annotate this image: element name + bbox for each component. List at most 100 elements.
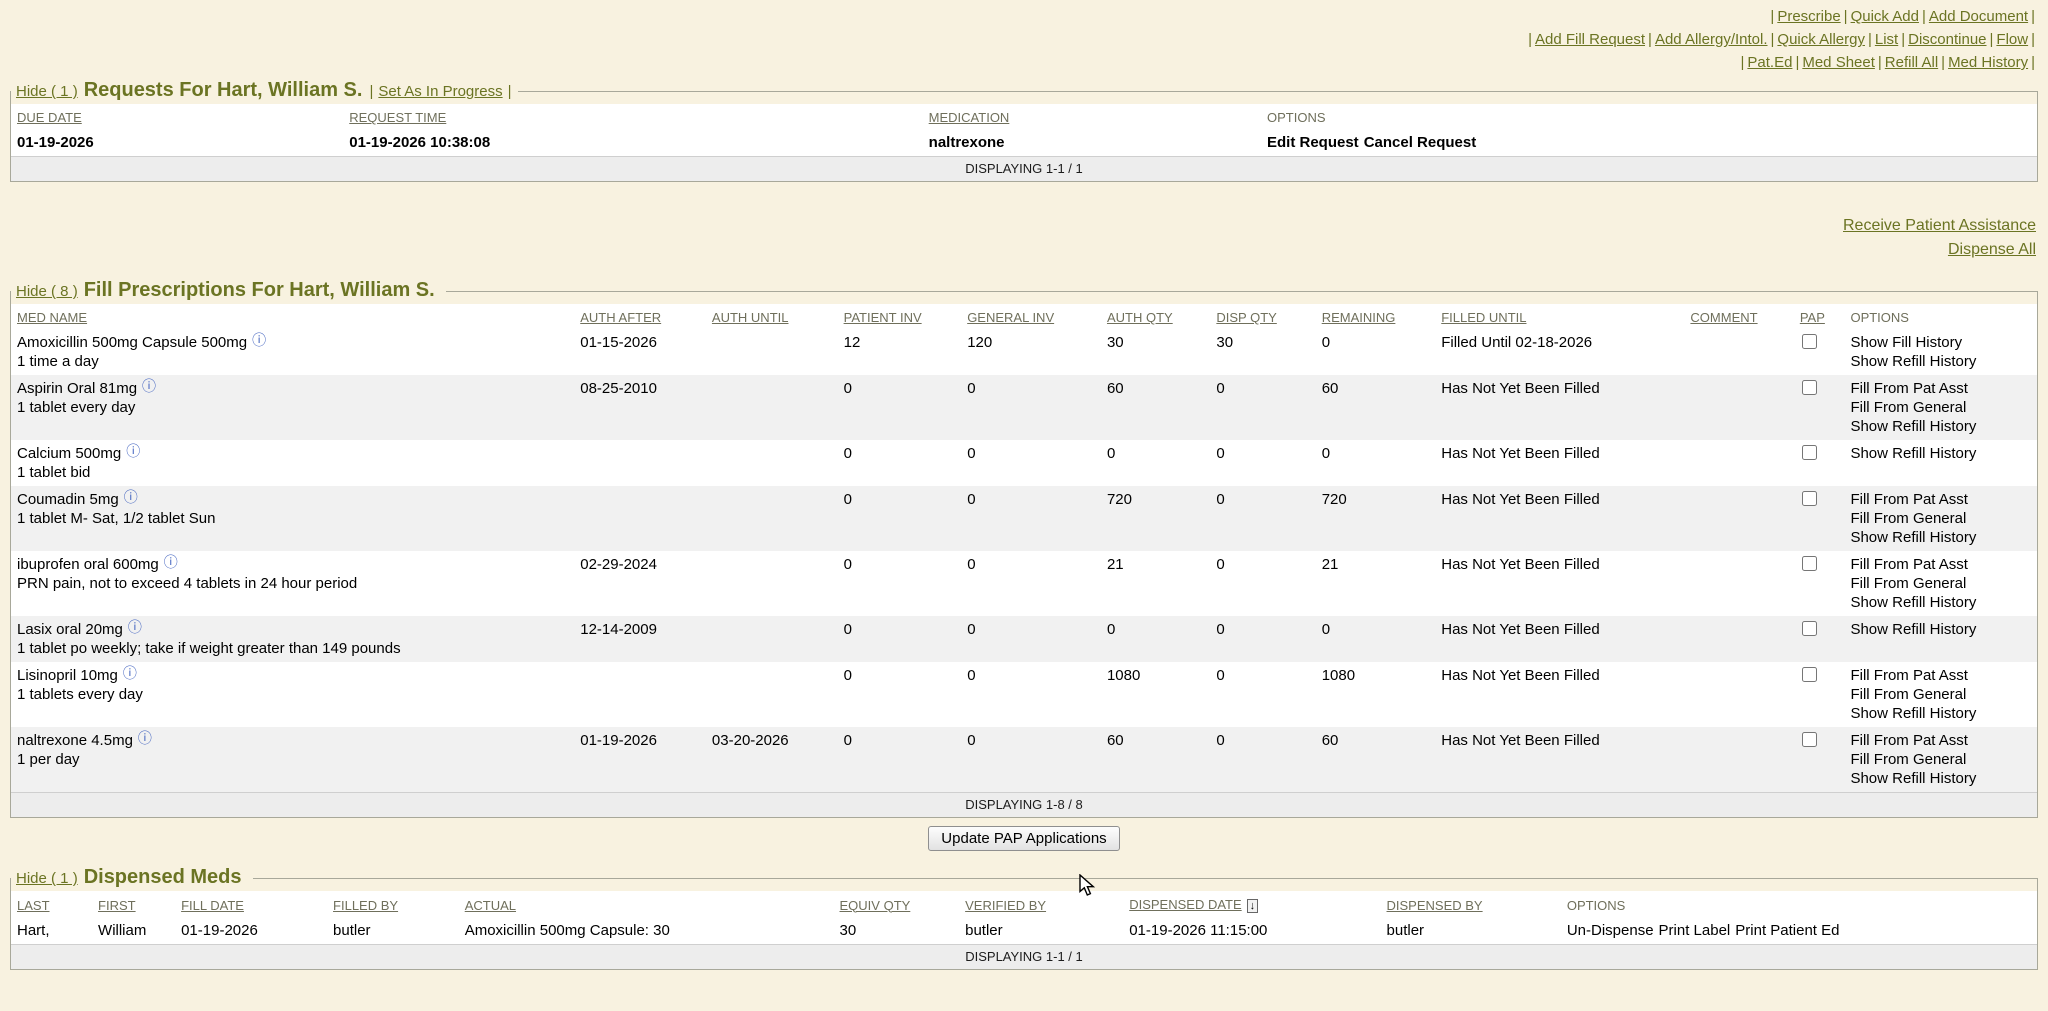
requests-table: DUE DATE REQUEST TIME MEDICATION OPTIONS… <box>11 104 2037 181</box>
nav-link-add-document[interactable]: Add Document <box>1929 8 2028 25</box>
nav-link-add-fill-request[interactable]: Add Fill Request <box>1535 31 1645 48</box>
option-link[interactable]: Fill From General <box>1850 574 2031 593</box>
option-link[interactable]: Show Refill History <box>1850 444 2031 463</box>
col-equiv-qty[interactable]: EQUIV QTY <box>834 891 960 917</box>
col-filled-until[interactable]: FILLED UNTIL <box>1435 304 1684 329</box>
pap-cell <box>1794 727 1845 793</box>
pap-checkbox[interactable] <box>1802 732 1817 747</box>
option-link[interactable]: Show Refill History <box>1850 417 2031 436</box>
pap-checkbox[interactable] <box>1802 445 1817 460</box>
nav-link-add-allergy-intol[interactable]: Add Allergy/Intol. <box>1655 31 1768 48</box>
info-icon[interactable]: ⓘ <box>164 554 178 570</box>
option-link[interactable]: Fill From General <box>1850 509 2031 528</box>
update-pap-applications-button[interactable]: Update PAP Applications <box>928 826 1119 851</box>
option-link[interactable]: Fill From General <box>1850 750 2031 769</box>
option-link[interactable]: Fill From General <box>1850 685 2031 704</box>
col-dispensed-by[interactable]: DISPENSED BY <box>1381 891 1561 917</box>
print-patient-ed-link[interactable]: Print Patient Ed <box>1735 922 1839 939</box>
fill-row: Lasix oral 20mgⓘ 1 tablet po weekly; tak… <box>11 616 2037 662</box>
pap-checkbox[interactable] <box>1802 334 1817 349</box>
col-due-date[interactable]: DUE DATE <box>11 104 343 129</box>
col-last[interactable]: LAST <box>11 891 92 917</box>
option-link[interactable]: Fill From Pat Asst <box>1850 379 2031 398</box>
pap-checkbox[interactable] <box>1802 380 1817 395</box>
dispensed-header-row: LAST FIRST FILL DATE FILLED BY ACTUAL EQ… <box>11 891 2037 917</box>
info-icon[interactable]: ⓘ <box>123 665 137 681</box>
col-actual[interactable]: ACTUAL <box>459 891 834 917</box>
nav-link-list[interactable]: List <box>1875 31 1898 48</box>
option-link[interactable]: Fill From Pat Asst <box>1850 555 2031 574</box>
col-auth-qty[interactable]: AUTH QTY <box>1101 304 1210 329</box>
separator: | <box>1901 31 1905 48</box>
dispense-all-link[interactable]: Dispense All <box>1948 241 2036 258</box>
col-request-time[interactable]: REQUEST TIME <box>343 104 922 129</box>
option-link[interactable]: Show Refill History <box>1850 769 2031 788</box>
disp-qty-cell: 30 <box>1210 329 1315 375</box>
info-icon[interactable]: ⓘ <box>252 332 266 348</box>
nav-link-med-sheet[interactable]: Med Sheet <box>1802 54 1875 71</box>
nav-link-med-history[interactable]: Med History <box>1948 54 2028 71</box>
pap-checkbox[interactable] <box>1802 667 1817 682</box>
option-link[interactable]: Fill From Pat Asst <box>1850 666 2031 685</box>
pap-checkbox[interactable] <box>1802 491 1817 506</box>
option-link[interactable]: Show Refill History <box>1850 352 2031 371</box>
filled-until-cell: Has Not Yet Been Filled <box>1435 440 1684 486</box>
option-link[interactable]: Show Refill History <box>1850 528 2031 547</box>
col-medication[interactable]: MEDICATION <box>923 104 1261 129</box>
print-label-link[interactable]: Print Label <box>1659 922 1731 939</box>
col-comment[interactable]: COMMENT <box>1684 304 1793 329</box>
due-date-cell: 01-19-2026 <box>11 129 343 157</box>
med-directions: 1 time a day <box>17 352 568 371</box>
option-link[interactable]: Fill From Pat Asst <box>1850 731 2031 750</box>
nav-link-prescribe[interactable]: Prescribe <box>1777 8 1840 25</box>
set-as-in-progress-link[interactable]: Set As In Progress <box>378 83 502 100</box>
nav-link-discontinue[interactable]: Discontinue <box>1908 31 1986 48</box>
option-link[interactable]: Show Refill History <box>1850 593 2031 612</box>
dispensed-hide-link[interactable]: Hide ( 1 ) <box>16 870 78 887</box>
info-icon[interactable]: ⓘ <box>126 443 140 459</box>
col-med-name[interactable]: MED NAME <box>11 304 574 329</box>
col-auth-until[interactable]: AUTH UNTIL <box>706 304 838 329</box>
sort-descending-icon[interactable]: ↓ <box>1247 899 1259 913</box>
col-fill-options: OPTIONS <box>1844 304 2037 329</box>
comment-cell <box>1684 551 1793 616</box>
nav-link-pat-ed[interactable]: Pat.Ed <box>1747 54 1792 71</box>
col-first[interactable]: FIRST <box>92 891 175 917</box>
nav-link-quick-add[interactable]: Quick Add <box>1851 8 1919 25</box>
edit-request-link[interactable]: Edit Request <box>1267 134 1359 151</box>
info-icon[interactable]: ⓘ <box>128 619 142 635</box>
col-disp-qty[interactable]: DISP QTY <box>1210 304 1315 329</box>
col-patient-inv[interactable]: PATIENT INV <box>838 304 962 329</box>
dispensed-row: Hart, William 01-19-2026 butler Amoxicil… <box>11 917 2037 945</box>
un-dispense-link[interactable]: Un-Dispense <box>1567 922 1654 939</box>
col-dispensed-date[interactable]: DISPENSED DATE↓ <box>1123 891 1380 917</box>
nav-link-quick-allergy[interactable]: Quick Allergy <box>1777 31 1865 48</box>
requests-hide-link[interactable]: Hide ( 1 ) <box>16 83 78 100</box>
info-icon[interactable]: ⓘ <box>124 489 138 505</box>
separator: | <box>2031 8 2035 25</box>
pap-checkbox[interactable] <box>1802 621 1817 636</box>
col-pap[interactable]: PAP <box>1794 304 1845 329</box>
info-icon[interactable]: ⓘ <box>138 730 152 746</box>
option-link[interactable]: Fill From Pat Asst <box>1850 490 2031 509</box>
nav-link-refill-all[interactable]: Refill All <box>1885 54 1938 71</box>
option-link[interactable]: Show Refill History <box>1850 704 2031 723</box>
info-icon[interactable]: ⓘ <box>142 378 156 394</box>
col-auth-after[interactable]: AUTH AFTER <box>574 304 706 329</box>
patient-inv-cell: 12 <box>838 329 962 375</box>
patient-inv-cell: 0 <box>838 727 962 793</box>
col-general-inv[interactable]: GENERAL INV <box>961 304 1101 329</box>
receive-patient-assistance-link[interactable]: Receive Patient Assistance <box>1843 217 2036 234</box>
fill-hide-link[interactable]: Hide ( 8 ) <box>16 283 78 300</box>
col-verified-by[interactable]: VERIFIED BY <box>959 891 1123 917</box>
option-link[interactable]: Show Fill History <box>1850 333 2031 352</box>
option-link[interactable]: Fill From General <box>1850 398 2031 417</box>
option-link[interactable]: Show Refill History <box>1850 620 2031 639</box>
cancel-request-link[interactable]: Cancel Request <box>1364 134 1477 151</box>
col-fill-date[interactable]: FILL DATE <box>175 891 327 917</box>
pap-checkbox[interactable] <box>1802 556 1817 571</box>
col-filled-by[interactable]: FILLED BY <box>327 891 459 917</box>
col-remaining[interactable]: REMAINING <box>1316 304 1436 329</box>
top-nav-row-1: |Prescribe|Quick Add|Add Document| <box>0 5 2036 28</box>
nav-link-flow[interactable]: Flow <box>1996 31 2028 48</box>
